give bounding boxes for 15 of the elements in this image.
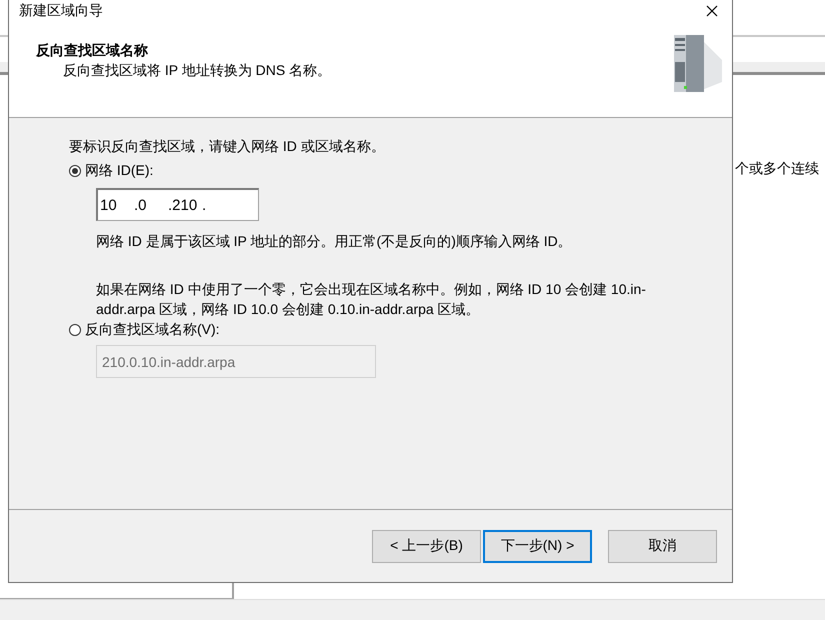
wizard-button[interactable]: 取消 [608,530,717,562]
wizard-button[interactable]: < 上一步(B) [372,530,481,562]
instruction-text: 要标识反向查找区域，请键入网络 ID 或区域名称。 [69,138,386,156]
window-title: 新建区域向导 [19,2,103,20]
close-icon[interactable] [706,5,718,17]
body-text: 个或多个连续 [735,160,819,176]
server-icon [672,32,724,94]
ip-address-field[interactable]: 10 .0 .210 . [96,188,259,221]
option-label[interactable]: 网络 ID(E): [85,162,154,180]
help-text: 网络 ID 是属于该区域 IP 地址的部分。用正常(不是反向的)顺序输入网络 ID。 [96,232,573,251]
page-subtitle: 反向查找区域将 IP 地址转换为 DNS 名称。 [62,62,332,80]
page-title: 反向查找区域名称 [36,42,149,60]
wizard-button[interactable]: 下一步(N) > [483,530,592,562]
help-text: 如果在网络 ID 中使用了一个零，它会出现在区域名称中。例如，网络 ID 10 会创建 10.in-addr.arpa 区域，网络 ID 10.0 会创建 0.10.in-addr.arpa 区域。 [96,280,647,319]
radio-button[interactable] [69,165,81,177]
